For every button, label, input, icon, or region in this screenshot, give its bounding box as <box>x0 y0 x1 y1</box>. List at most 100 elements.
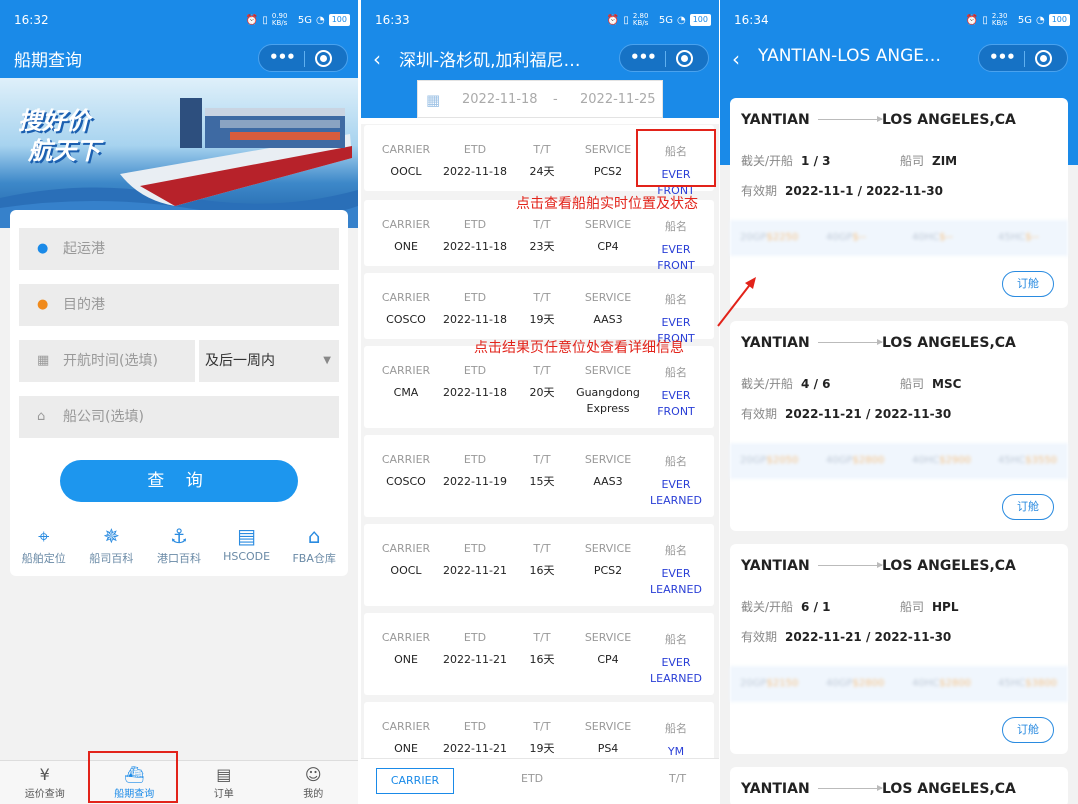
schedule-row[interactable]: CARRIERCOSCOETD2022-11-18T/T19天SERVICEAA… <box>364 273 714 339</box>
departure-date-field[interactable]: ▦ 开航时间(选填) <box>19 340 195 382</box>
book-button[interactable]: 订舱 <box>1002 271 1054 297</box>
carrier-label: 船司 <box>900 600 924 614</box>
carrier-value: ZIM <box>932 154 957 168</box>
ship-value[interactable]: EVER LEARNED <box>640 477 712 509</box>
sort-by-carrier[interactable]: CARRIER <box>376 768 454 794</box>
rate-detail-screen: 16:34 ⏰ ▯ 2.30 KB/s 5G ◔ 100 ‹ YANTIAN-L… <box>720 0 1078 804</box>
carrier-field[interactable]: ⌂ 船公司(选填) <box>19 396 339 438</box>
ship-value[interactable]: EVER LEARNED <box>640 655 712 687</box>
carrier-header: CARRIER <box>364 143 448 156</box>
container-type: 45HC <box>998 455 1025 466</box>
ship-cell[interactable]: 船名EVER LEARNED <box>640 542 712 598</box>
ship-cell[interactable]: 船名EVER FRONT <box>640 218 712 274</box>
container-price: $2900 <box>939 455 971 466</box>
etd-value: 2022-11-21 <box>438 652 512 668</box>
etd-value: 2022-11-18 <box>438 385 512 401</box>
ship-cell[interactable]: 船名 EVER LEARNED <box>640 453 712 509</box>
service-cell: SERVICEPCS2 <box>570 542 646 579</box>
more-icon[interactable]: ••• <box>269 48 295 66</box>
tool-carrier-wiki[interactable]: ✵ 船司百科 <box>78 522 146 572</box>
validity-label: 有效期 <box>741 407 777 421</box>
battery-icon: 100 <box>1049 14 1070 26</box>
validity-label: 有效期 <box>741 630 777 644</box>
back-arrow-icon[interactable]: ‹ <box>732 47 740 71</box>
tool-hscode[interactable]: ▤ HSCODE <box>213 522 281 572</box>
date-separator: - <box>553 81 558 119</box>
more-icon[interactable]: ••• <box>989 48 1015 66</box>
close-miniprogram-icon[interactable] <box>1035 50 1052 67</box>
tool-port-wiki[interactable]: ⚓ 港口百科 <box>145 522 213 572</box>
tool-ship-location[interactable]: ⌖ 船舶定位 <box>10 522 78 572</box>
service-cell: SERVICEPS4 <box>570 720 646 757</box>
ship-value[interactable]: EVER LEARNED <box>640 566 712 598</box>
ship-value[interactable]: EVER FRONT <box>640 388 712 420</box>
tab-freight-rates[interactable]: ¥ 运价查询 <box>0 761 90 804</box>
service-header: SERVICE <box>570 631 646 644</box>
service-cell: SERVICECP4 <box>570 631 646 668</box>
rate-card[interactable]: YANTIANLOS ANGELES,CA <box>730 767 1068 804</box>
schedule-row[interactable]: CARRIERCOSCOETD2022-11-19T/T15天SERVICEAA… <box>364 435 714 517</box>
miniprogram-capsule[interactable]: ••• <box>258 44 348 72</box>
schedule-row[interactable]: CARRIERONEETD2022-11-21T/T16天SERVICECP4船… <box>364 613 714 695</box>
carrier-info: 船司HPL <box>900 598 959 615</box>
origin-port: YANTIAN <box>741 335 810 351</box>
blurred-price-row: 20GP$205040GP$280040HC$290045HC$3550 <box>730 443 1068 479</box>
tool-fba-warehouse[interactable]: ⌂ FBA仓库 <box>280 522 348 572</box>
destination-port: LOS ANGELES,CA <box>882 112 1016 128</box>
ship-cell[interactable]: 船名 EVER LEARNED <box>640 631 712 687</box>
book-button[interactable]: 订舱 <box>1002 494 1054 520</box>
back-arrow-icon[interactable]: ‹ <box>373 47 381 71</box>
schedule-row[interactable]: CARRIERONEETD2022-11-21T/T19天SERVICEPS4船… <box>364 702 714 762</box>
rate-card[interactable]: YANTIANLOS ANGELES,CA截关/开船4 / 6船司MSC有效期2… <box>730 321 1068 531</box>
tab-profile[interactable]: ☺ 我的 <box>269 761 359 804</box>
ship-cell[interactable]: 船名EVER FRONT <box>640 364 712 420</box>
cutoff-info: 截关/开船1 / 3 <box>741 152 830 169</box>
query-button[interactable]: 查 询 <box>60 460 298 502</box>
carrier-header: CARRIER <box>364 631 448 644</box>
tool-label: 船舶定位 <box>10 550 78 566</box>
transit-time-value: 16天 <box>512 652 572 668</box>
date-range-picker[interactable]: ▦ 2022-11-18 - 2022-11-25 <box>417 80 663 118</box>
ship-header: 船名 <box>640 453 712 469</box>
container-price: $-- <box>939 232 953 243</box>
transit-time-cell: T/T16天 <box>512 631 572 668</box>
container-type: 40GP <box>826 678 853 689</box>
transit-time-header: T/T <box>512 364 572 377</box>
promo-banner[interactable]: 搜好价 航天下 <box>0 78 358 228</box>
route-arrow-icon <box>818 342 882 343</box>
sort-by-etd[interactable]: ETD <box>521 772 543 785</box>
ship-value[interactable]: EVER FRONT <box>640 242 712 274</box>
more-icon[interactable]: ••• <box>630 48 656 66</box>
close-miniprogram-icon[interactable] <box>315 50 332 67</box>
tab-orders[interactable]: ▤ 订单 <box>179 761 269 804</box>
origin-port-field[interactable]: ● 起运港 <box>19 228 339 270</box>
rate-card[interactable]: YANTIANLOS ANGELES,CA截关/开船1 / 3船司ZIM有效期2… <box>730 98 1068 308</box>
ship-header: 船名 <box>640 631 712 647</box>
sort-by-transit-time[interactable]: T/T <box>669 772 686 785</box>
date-range-select[interactable]: 及后一周内 ▼ <box>199 340 339 382</box>
wifi-icon: ◔ <box>1036 15 1045 26</box>
annotation-arrow <box>712 272 762 332</box>
book-button[interactable]: 订舱 <box>1002 717 1054 743</box>
vibrate-icon: ▯ <box>982 15 988 26</box>
carrier-cell: CARRIERONE <box>364 218 448 255</box>
close-miniprogram-icon[interactable] <box>676 50 693 67</box>
rate-card[interactable]: YANTIANLOS ANGELES,CA截关/开船6 / 1船司HPL有效期2… <box>730 544 1068 754</box>
service-header: SERVICE <box>570 542 646 555</box>
tool-label: 港口百科 <box>145 550 213 566</box>
schedule-row[interactable]: CARRIERCMAETD2022-11-18T/T20天SERVICEGuan… <box>364 346 714 428</box>
ship-header: 船名 <box>640 720 712 736</box>
schedule-row[interactable]: CARRIEROOCLETD2022-11-21T/T16天SERVICEPCS… <box>364 524 714 606</box>
etd-cell: ETD2022-11-21 <box>438 542 512 579</box>
container-price: $3800 <box>1025 678 1057 689</box>
transit-time-value: 23天 <box>512 239 572 255</box>
carrier-value: COSCO <box>364 474 448 490</box>
miniprogram-capsule[interactable]: ••• <box>978 44 1068 72</box>
etd-value: 2022-11-18 <box>438 312 512 328</box>
etd-header: ETD <box>438 453 512 466</box>
container-type: 20GP <box>740 232 767 243</box>
price-item: 40HC$2900 <box>912 443 971 479</box>
destination-port-field[interactable]: ● 目的港 <box>19 284 339 326</box>
miniprogram-capsule[interactable]: ••• <box>619 44 709 72</box>
transit-time-cell: T/T23天 <box>512 218 572 255</box>
